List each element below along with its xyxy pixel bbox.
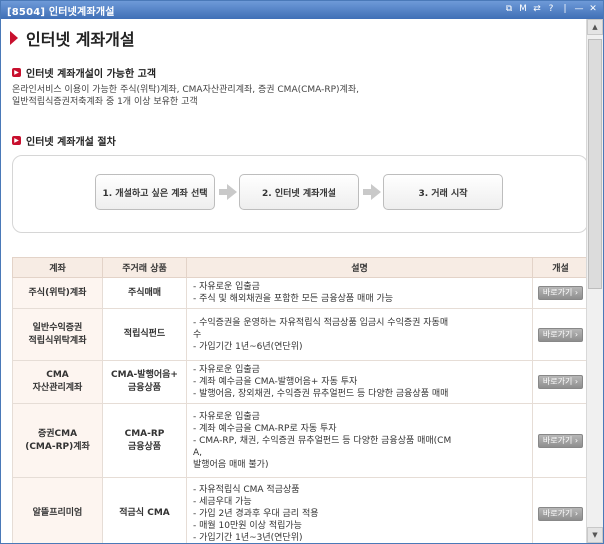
account-cell: 알뜰프리미엄	[12, 477, 103, 543]
table-row: 증권CMA (CMA-RP)계좌 CMA-RP 금융상품 - 자유로운 입출금 …	[12, 403, 586, 478]
table-row: CMA 자산관리계좌 CMA-발행어음+ 금융상품 - 자유로운 입출금 - 계…	[12, 360, 586, 404]
goto-button[interactable]: 바로가기 ›	[537, 375, 584, 389]
product-cell: 주식매매	[102, 277, 187, 309]
description-cell: - 자유로운 입출금 - 주식 및 해외채권을 포함한 모든 금융상품 매매 가…	[186, 277, 533, 309]
section-eligible-title: 인터넷 계좌개설이 가능한 고객	[26, 69, 157, 80]
window-title: [8504] 인터넷계좌개설	[7, 7, 115, 18]
arrow-right-icon	[363, 184, 381, 200]
account-cell: 주식(위탁)계좌	[12, 277, 103, 309]
link-icon[interactable]: ⧉	[503, 3, 515, 15]
section-process-heading: ▶ 인터넷 계좌개설 절차	[12, 133, 116, 148]
scrollbar-thumb[interactable]	[588, 39, 602, 289]
description-cell: - 수익증권을 운영하는 자유적립식 적금상품 입금시 수익증권 자동매 수 -…	[186, 308, 533, 361]
page-title: 인터넷 계좌개설	[10, 27, 135, 49]
product-cell: 적립식펀드	[102, 308, 187, 361]
header-open: 개설	[532, 257, 586, 278]
table-row: 일반수익증권 적립식위탁계좌 적립식펀드 - 수익증권을 운영하는 자유적립식 …	[12, 308, 586, 361]
open-cell: 바로가기 ›	[532, 277, 586, 309]
switch-icon[interactable]: ⇄	[531, 3, 543, 15]
content-area: 인터넷 계좌개설 ▶ 인터넷 계좌개설이 가능한 고객 온라인서비스 이용이 가…	[2, 19, 586, 543]
account-table: 계좌 주거래 상품 설명 개설 주식(위탁)계좌 주식매매 - 자유로운 입출금…	[12, 257, 586, 543]
eligible-line-2: 일반적립식증권저축계좌 중 1개 이상 보유한 고객	[12, 97, 198, 107]
arrow-right-icon	[219, 184, 237, 200]
product-cell: CMA-발행어음+ 금융상품	[102, 360, 187, 404]
eligible-line-1: 온라인서비스 이용이 가능한 주식(위탁)계좌, CMA자산관리계좌, 증권 C…	[12, 85, 359, 95]
header-account: 계좌	[12, 257, 103, 278]
product-cell: CMA-RP 금융상품	[102, 403, 187, 478]
goto-button[interactable]: 바로가기 ›	[537, 327, 584, 342]
title-marker-icon	[10, 31, 18, 45]
step-3: 3. 거래 시작	[383, 174, 503, 210]
table-header-row: 계좌 주거래 상품 설명 개설	[12, 257, 586, 278]
bullet-arrow-icon: ▶	[12, 136, 21, 145]
table-row: 알뜰프리미엄 적금식 CMA - 자유적립식 CMA 적금상품 - 세금우대 가…	[12, 477, 586, 543]
goto-button[interactable]: 바로가기 ›	[537, 506, 584, 521]
bullet-arrow-icon: ▶	[12, 68, 21, 77]
open-cell: 바로가기 ›	[532, 477, 586, 543]
account-cell: 증권CMA (CMA-RP)계좌	[12, 403, 103, 478]
title-bar[interactable]: [8504] 인터넷계좌개설 ⧉ M ⇄ ? | — ✕	[1, 1, 603, 19]
header-product: 주거래 상품	[102, 257, 187, 278]
process-steps-box: 1. 개설하고 싶은 계좌 선택 2. 인터넷 계좌개설 3. 거래 시작	[12, 155, 586, 233]
description-cell: - 자유로운 입출금 - 계좌 예수금을 CMA-RP로 자동 투자 - CMA…	[186, 403, 533, 478]
page-title-text: 인터넷 계좌개설	[26, 30, 135, 49]
scroll-up-icon[interactable]: ▲	[587, 19, 603, 35]
close-icon[interactable]: ✕	[587, 3, 599, 15]
minimize-icon[interactable]: —	[573, 3, 585, 15]
description-cell: - 자유로운 입출금 - 계좌 예수금을 CMA-발행어음+ 자동 투자 - 발…	[186, 360, 533, 404]
eligible-description: 온라인서비스 이용이 가능한 주식(위탁)계좌, CMA자산관리계좌, 증권 C…	[12, 84, 572, 108]
section-eligible-heading: ▶ 인터넷 계좌개설이 가능한 고객	[12, 65, 156, 80]
product-cell: 적금식 CMA	[102, 477, 187, 543]
window-controls: ⧉ M ⇄ ? | — ✕	[503, 3, 599, 15]
scroll-down-icon[interactable]: ▼	[587, 527, 603, 543]
table-row: 주식(위탁)계좌 주식매매 - 자유로운 입출금 - 주식 및 해외채권을 포함…	[12, 277, 586, 309]
header-description: 설명	[186, 257, 533, 278]
app-window: [8504] 인터넷계좌개설 ⧉ M ⇄ ? | — ✕ 인터넷 계좌개설 ▶ …	[0, 0, 604, 544]
section-process-title: 인터넷 계좌개설 절차	[26, 137, 116, 148]
open-cell: 바로가기 ›	[532, 360, 586, 404]
vertical-scrollbar[interactable]: ▲ ▼	[586, 19, 603, 543]
open-cell: 바로가기 ›	[532, 308, 586, 361]
open-cell: 바로가기 ›	[532, 403, 586, 478]
account-cell: 일반수익증권 적립식위탁계좌	[12, 308, 103, 361]
goto-button[interactable]: 바로가기 ›	[537, 433, 584, 448]
memo-icon[interactable]: M	[517, 3, 529, 15]
help-icon[interactable]: ?	[545, 3, 557, 15]
account-cell: CMA 자산관리계좌	[12, 360, 103, 404]
description-cell: - 자유적립식 CMA 적금상품 - 세금우대 가능 - 가입 2년 경과후 우…	[186, 477, 533, 543]
goto-button[interactable]: 바로가기 ›	[537, 286, 584, 300]
step-2: 2. 인터넷 계좌개설	[239, 174, 359, 210]
separator-icon: |	[563, 4, 567, 14]
step-1: 1. 개설하고 싶은 계좌 선택	[95, 174, 215, 210]
